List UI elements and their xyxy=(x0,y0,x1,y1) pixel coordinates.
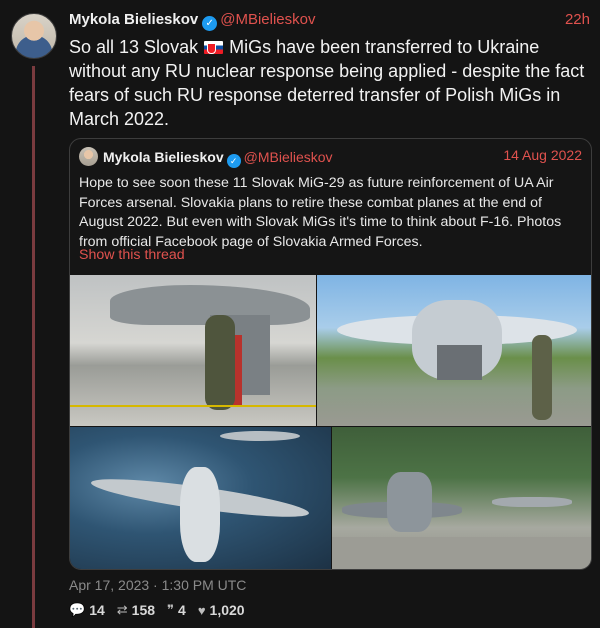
tweet-age[interactable]: 22h xyxy=(565,11,590,28)
reply-button[interactable]: 💬 14 xyxy=(69,602,105,618)
quote-button[interactable]: ❞ 4 xyxy=(167,602,186,618)
photo-mig29-front-runway[interactable] xyxy=(317,275,591,426)
heart-icon: ♥ xyxy=(197,602,206,618)
quoted-author-name: Mykola Bielieskov xyxy=(103,149,224,165)
retweet-icon: ⇄ xyxy=(116,602,128,617)
slovakia-flag-icon xyxy=(204,41,224,54)
photo-hangar-mig29[interactable] xyxy=(70,275,316,426)
tweet-actions: 💬 14 ⇄ 158 ❞ 4 ♥ 1,020 xyxy=(69,601,245,619)
quote-count: 4 xyxy=(178,602,186,618)
author-handle[interactable]: @MBielieskov xyxy=(220,11,315,28)
verified-badge-icon: ✓ xyxy=(202,16,218,31)
author-avatar[interactable] xyxy=(11,13,57,59)
photo-mig29-in-flight[interactable] xyxy=(70,427,331,569)
verified-badge-icon: ✓ xyxy=(226,154,241,168)
photo-mig29-rear-runway[interactable] xyxy=(332,427,591,569)
tweet-header: Mykola Bielieskov ✓ @MBielieskov 22h xyxy=(69,11,590,31)
thread-line xyxy=(32,66,35,628)
retweet-count: 158 xyxy=(131,602,156,618)
quoted-tweet-text: Hope to see soon these 11 Slovak MiG-29 … xyxy=(79,175,562,250)
tweet-timestamp[interactable]: Apr 17, 2023 · 1:30 PM UTC xyxy=(69,577,246,593)
like-button[interactable]: ♥ 1,020 xyxy=(198,602,245,618)
quoted-tweet-date: 14 Aug 2022 xyxy=(503,147,582,163)
reply-icon: 💬 xyxy=(69,602,86,617)
like-count: 1,020 xyxy=(209,602,245,618)
quote-icon: ❞ xyxy=(167,602,175,617)
quoted-author-handle: @MBielieskov xyxy=(243,149,333,165)
quoted-author-avatar xyxy=(79,147,98,166)
show-thread-link[interactable]: Show this thread xyxy=(79,247,185,263)
tweet-text: So all 13 Slovak MiGs have been transfer… xyxy=(69,35,589,131)
reply-count: 14 xyxy=(89,602,105,618)
tweet-text-part-1: So all 13 Slovak xyxy=(69,37,204,57)
retweet-button[interactable]: ⇄ 158 xyxy=(117,602,155,618)
quoted-tweet-header: Mykola Bielieskov ✓ @MBielieskov 14 Aug 20… xyxy=(79,147,582,168)
author-name[interactable]: Mykola Bielieskov xyxy=(69,11,198,28)
quoted-tweet[interactable]: Mykola Bielieskov ✓ @MBielieskov 14 Aug 20… xyxy=(69,138,592,570)
